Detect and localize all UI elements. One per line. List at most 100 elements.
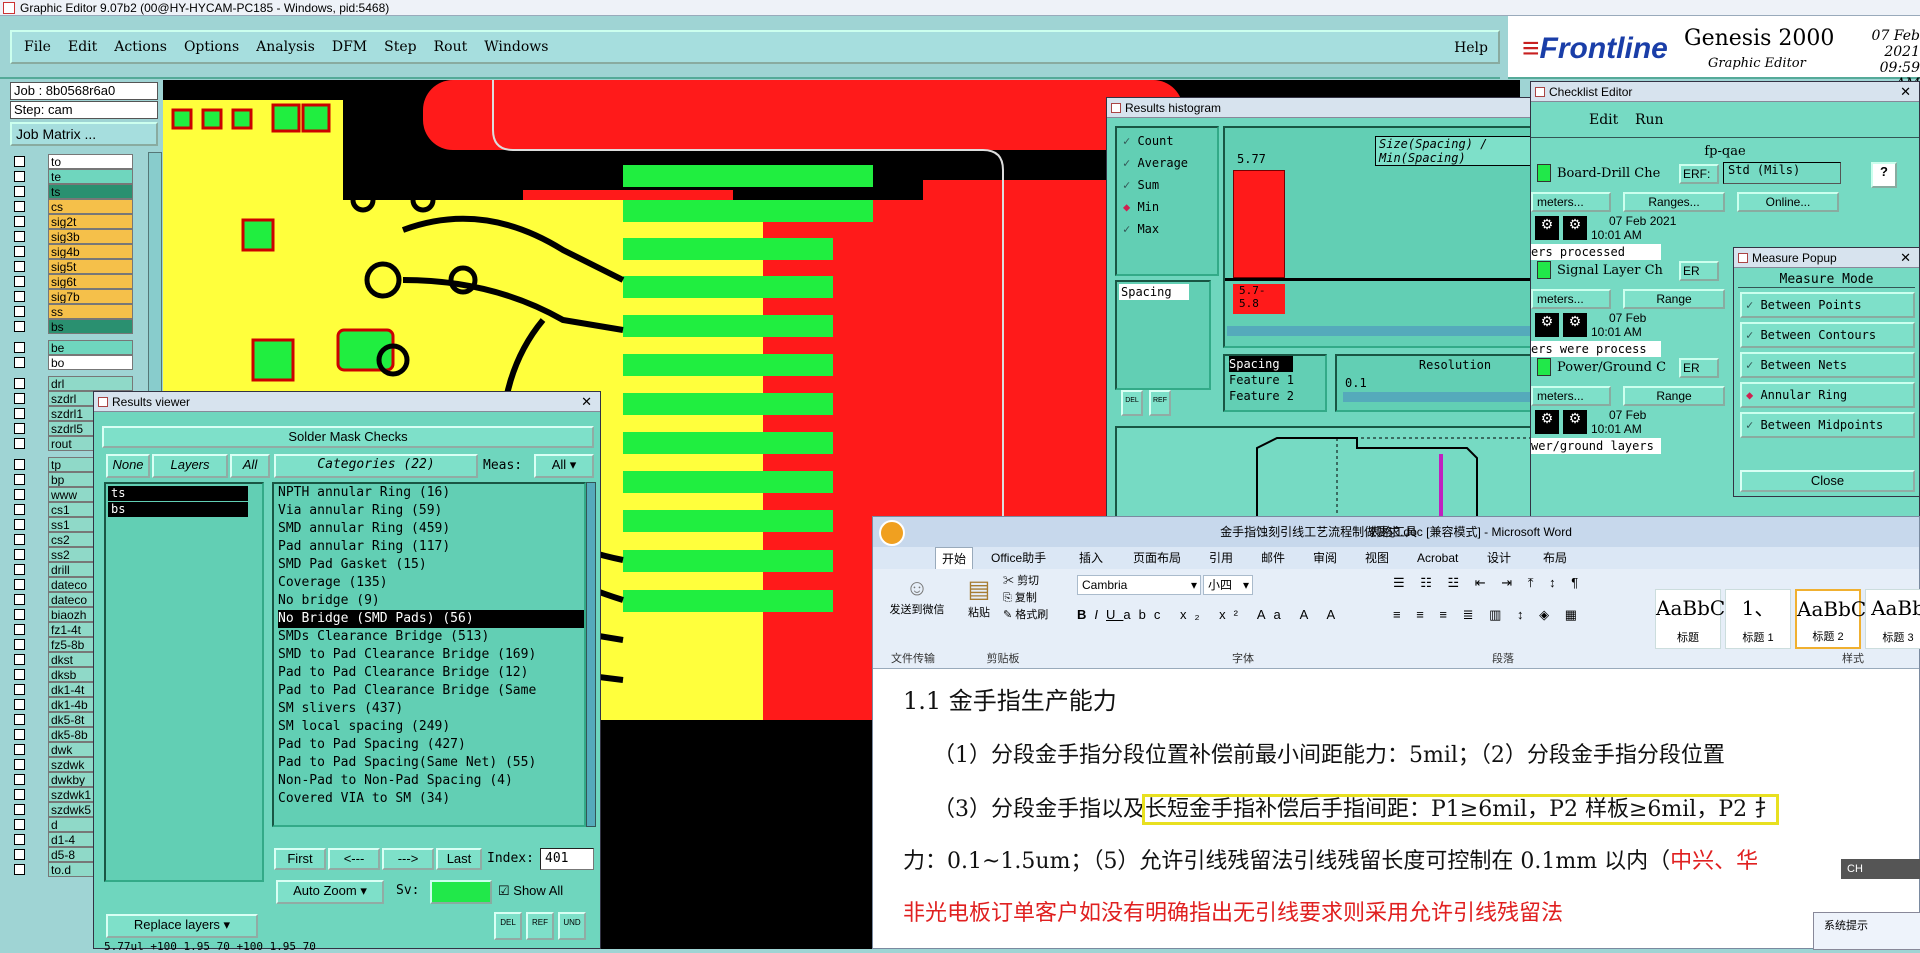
category-item[interactable]: NPTH annular Ring (16) [278,484,584,502]
layer-checkbox[interactable] [14,291,25,302]
runner-icon[interactable]: ⚙ [1535,313,1559,337]
style-4[interactable]: AaBb 标题 3 [1865,589,1920,649]
menu-windows[interactable]: Windows [484,39,548,55]
layer-row[interactable]: ss [8,304,133,319]
layer-checkbox[interactable] [14,759,25,770]
next-button[interactable]: ---> [382,848,434,870]
tab-layout[interactable]: 布局 [1543,547,1567,569]
layer-checkbox[interactable] [14,669,25,680]
layer-name[interactable]: sig5t [48,259,133,274]
show-all-checkbox[interactable]: ☑ Show All [498,883,563,899]
ranges-button[interactable]: Range [1623,386,1725,406]
category-item[interactable]: Via annular Ring (59) [278,502,584,520]
layer-row[interactable]: sig7b [8,289,133,304]
runner-icon[interactable]: ⚙ [1535,216,1559,240]
send-wechat-button[interactable]: ☺ 发送到微信 [887,575,947,617]
measure-mode-option[interactable]: ◆ Annular Ring [1740,382,1915,408]
layer-checkbox[interactable] [14,864,25,875]
layer-row[interactable]: te [8,169,133,184]
last-button[interactable]: Last [436,848,482,870]
tab-mailings[interactable]: 邮件 [1261,547,1285,569]
online-button[interactable]: Online... [1737,192,1839,212]
layer-checkbox[interactable] [14,186,25,197]
tab-insert[interactable]: 插入 [1079,547,1103,569]
layer-checkbox[interactable] [14,609,25,620]
help-icon[interactable]: ? [1871,162,1897,188]
paragraph-list-buttons[interactable]: ☰ ☷ ☳ ⇤ ⇥ ⤒ ↕ ¶ [1393,575,1584,591]
layer-checkbox[interactable] [14,357,25,368]
check-name[interactable]: Signal Layer Ch [1557,263,1663,278]
close-icon[interactable]: ✕ [1900,248,1911,268]
measure-mode-option[interactable]: ✓ Between Points [1740,292,1915,318]
layer-name[interactable]: sig3b [48,229,133,244]
menu-edit[interactable]: Edit [68,39,97,55]
layer-checkbox[interactable] [14,276,25,287]
layer-checkbox[interactable] [14,489,25,500]
category-item[interactable]: SMDs Clearance Bridge (513) [278,628,584,646]
layer-checkbox[interactable] [14,729,25,740]
parameters-button[interactable]: meters... [1531,386,1611,406]
layer-checkbox[interactable] [14,519,25,530]
layer-checkbox[interactable] [14,849,25,860]
legend-item[interactable]: Spacing [1229,356,1293,372]
checklist-menu-edit[interactable]: Edit [1589,112,1618,128]
layer-checkbox[interactable] [14,834,25,845]
layer-checkbox[interactable] [14,156,25,167]
runner-icon[interactable]: ⚙ [1563,410,1587,434]
font-format-buttons[interactable]: BIUabc x₂ x² Aa A A [1077,607,1343,622]
category-item[interactable]: Pad to Pad Spacing(Same Net) (55) [278,754,584,772]
histogram-list-item[interactable]: Spacing [1119,284,1189,300]
tab-view[interactable]: 视图 [1365,547,1389,569]
ranges-button[interactable]: Ranges... [1623,192,1725,212]
aggregate-option[interactable]: ◆ Min [1123,198,1159,216]
close-icon[interactable]: ✕ [1900,82,1911,102]
menu-file[interactable]: File [24,39,51,55]
category-item[interactable]: No bridge (9) [278,592,584,610]
layer-row[interactable]: to [8,154,133,169]
ime-indicator[interactable]: CH [1841,859,1920,879]
layer-row[interactable]: sig2t [8,214,133,229]
style-2[interactable]: 1、 标题 1 [1725,589,1791,649]
layer-checkbox[interactable] [14,306,25,317]
layer-name[interactable]: drl [48,376,133,391]
layer-checkbox[interactable] [14,654,25,665]
checklist-menu-run[interactable]: Run [1635,112,1664,128]
layer-checkbox[interactable] [14,408,25,419]
layer-checkbox[interactable] [14,684,25,695]
document-body[interactable]: 1.1 金手指生产能力 （1）分段金手指分段位置补偿前最小间距能力：5mil；（… [873,671,1919,948]
rv-layer-item[interactable]: bs [108,502,248,517]
paste-button[interactable]: ▤ 粘贴 [963,575,995,620]
parameters-button[interactable]: meters... [1531,289,1611,309]
layer-name[interactable]: cs [48,199,133,214]
layer-row[interactable]: be [8,340,133,355]
menu-rout[interactable]: Rout [434,39,468,55]
tab-design[interactable]: 设计 [1487,547,1511,569]
aggregate-option[interactable]: ✓ Count [1123,132,1174,150]
histogram-bar[interactable] [1233,170,1285,278]
job-matrix-button[interactable]: Job Matrix ... [10,122,158,146]
category-item[interactable]: Covered VIA to SM (34) [278,790,584,808]
layer-checkbox[interactable] [14,624,25,635]
layer-name[interactable]: sig2t [48,214,133,229]
measure-mode-option[interactable]: ✓ Between Nets [1740,352,1915,378]
layer-checkbox[interactable] [14,378,25,389]
sv-color-select[interactable] [430,880,492,904]
tab-page-layout[interactable]: 页面布局 [1133,547,1181,569]
layer-name[interactable]: sig7b [48,289,133,304]
erf-button[interactable]: ER [1679,261,1719,281]
category-item[interactable]: Pad to Pad Spacing (427) [278,736,584,754]
legend-item[interactable]: Feature 1 [1229,372,1325,388]
category-item[interactable]: Pad to Pad Clearance Bridge (12) [278,664,584,682]
layer-checkbox[interactable] [14,438,25,449]
histogram-hscroll[interactable] [1227,326,1571,336]
category-item[interactable]: Pad annular Ring (117) [278,538,584,556]
layer-checkbox[interactable] [14,201,25,212]
all-button[interactable]: All [230,454,270,478]
layer-row[interactable]: sig5t [8,259,133,274]
category-item[interactable]: SMD Pad Gasket (15) [278,556,584,574]
none-button[interactable]: None [106,454,150,478]
layer-name[interactable]: be [48,340,133,355]
style-3[interactable]: AaBbC 标题 2 [1795,589,1866,649]
tab-office-assistant[interactable]: Office助手 [991,547,1046,569]
measure-mode-option[interactable]: ✓ Between Midpoints [1740,412,1915,438]
